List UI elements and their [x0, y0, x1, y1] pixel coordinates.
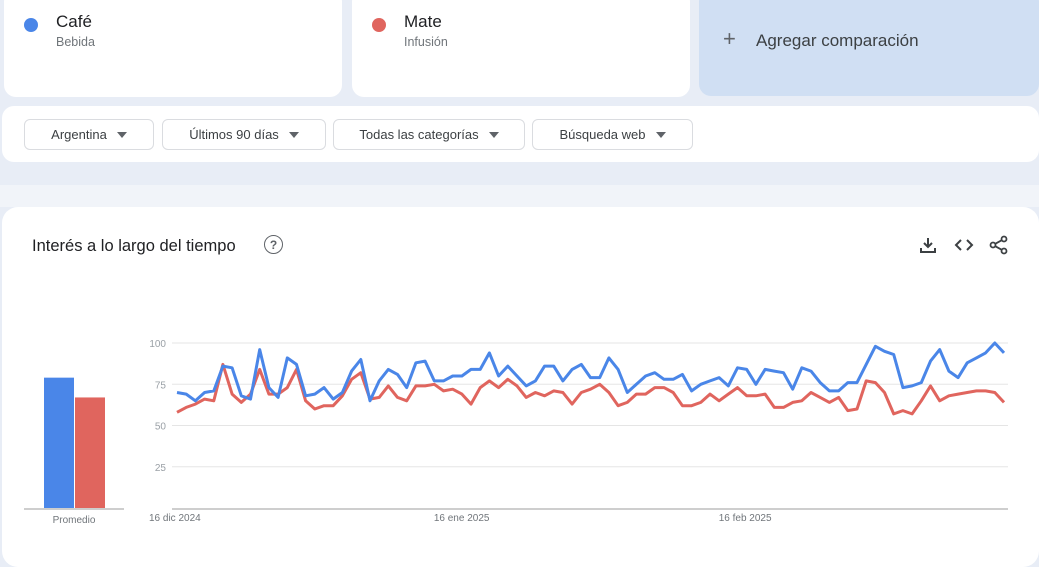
embed-code-icon[interactable]: [954, 235, 974, 255]
section-divider: [0, 185, 1039, 207]
section-title: Interés a lo largo del tiempo: [32, 237, 236, 255]
series-color-dot: [372, 18, 386, 32]
filter-category[interactable]: Todas las categorías: [333, 119, 525, 150]
term-card-mate[interactable]: Mate Infusión: [352, 0, 690, 97]
share-icon[interactable]: [989, 235, 1009, 255]
caret-down-icon: [288, 131, 299, 138]
term-name[interactable]: Café: [56, 12, 92, 32]
term-name[interactable]: Mate: [404, 12, 442, 32]
interest-over-time-card: Interés a lo largo del tiempo ?: [2, 207, 1039, 567]
caret-down-icon: [655, 131, 666, 138]
caret-down-icon: [116, 131, 127, 138]
filter-label: Búsqueda web: [559, 127, 646, 142]
add-comparison-button[interactable]: + Agregar comparación: [699, 0, 1039, 96]
add-comparison-label: Agregar comparación: [756, 31, 919, 50]
filter-region[interactable]: Argentina: [24, 119, 154, 150]
download-icon[interactable]: [918, 235, 938, 255]
filter-label: Argentina: [51, 127, 107, 142]
help-icon[interactable]: ?: [264, 235, 283, 254]
series-color-dot: [24, 18, 38, 32]
filter-label: Todas las categorías: [359, 127, 479, 142]
term-category: Infusión: [404, 35, 448, 49]
term-category: Bebida: [56, 35, 95, 49]
plus-icon: +: [723, 26, 736, 51]
caret-down-icon: [488, 131, 499, 138]
term-card-cafe[interactable]: Café Bebida: [4, 0, 342, 97]
filter-search-type[interactable]: Búsqueda web: [532, 119, 693, 150]
filter-label: Últimos 90 días: [189, 127, 279, 142]
filter-bar: Argentina Últimos 90 días Todas las cate…: [2, 106, 1039, 162]
filter-time-range[interactable]: Últimos 90 días: [162, 119, 326, 150]
